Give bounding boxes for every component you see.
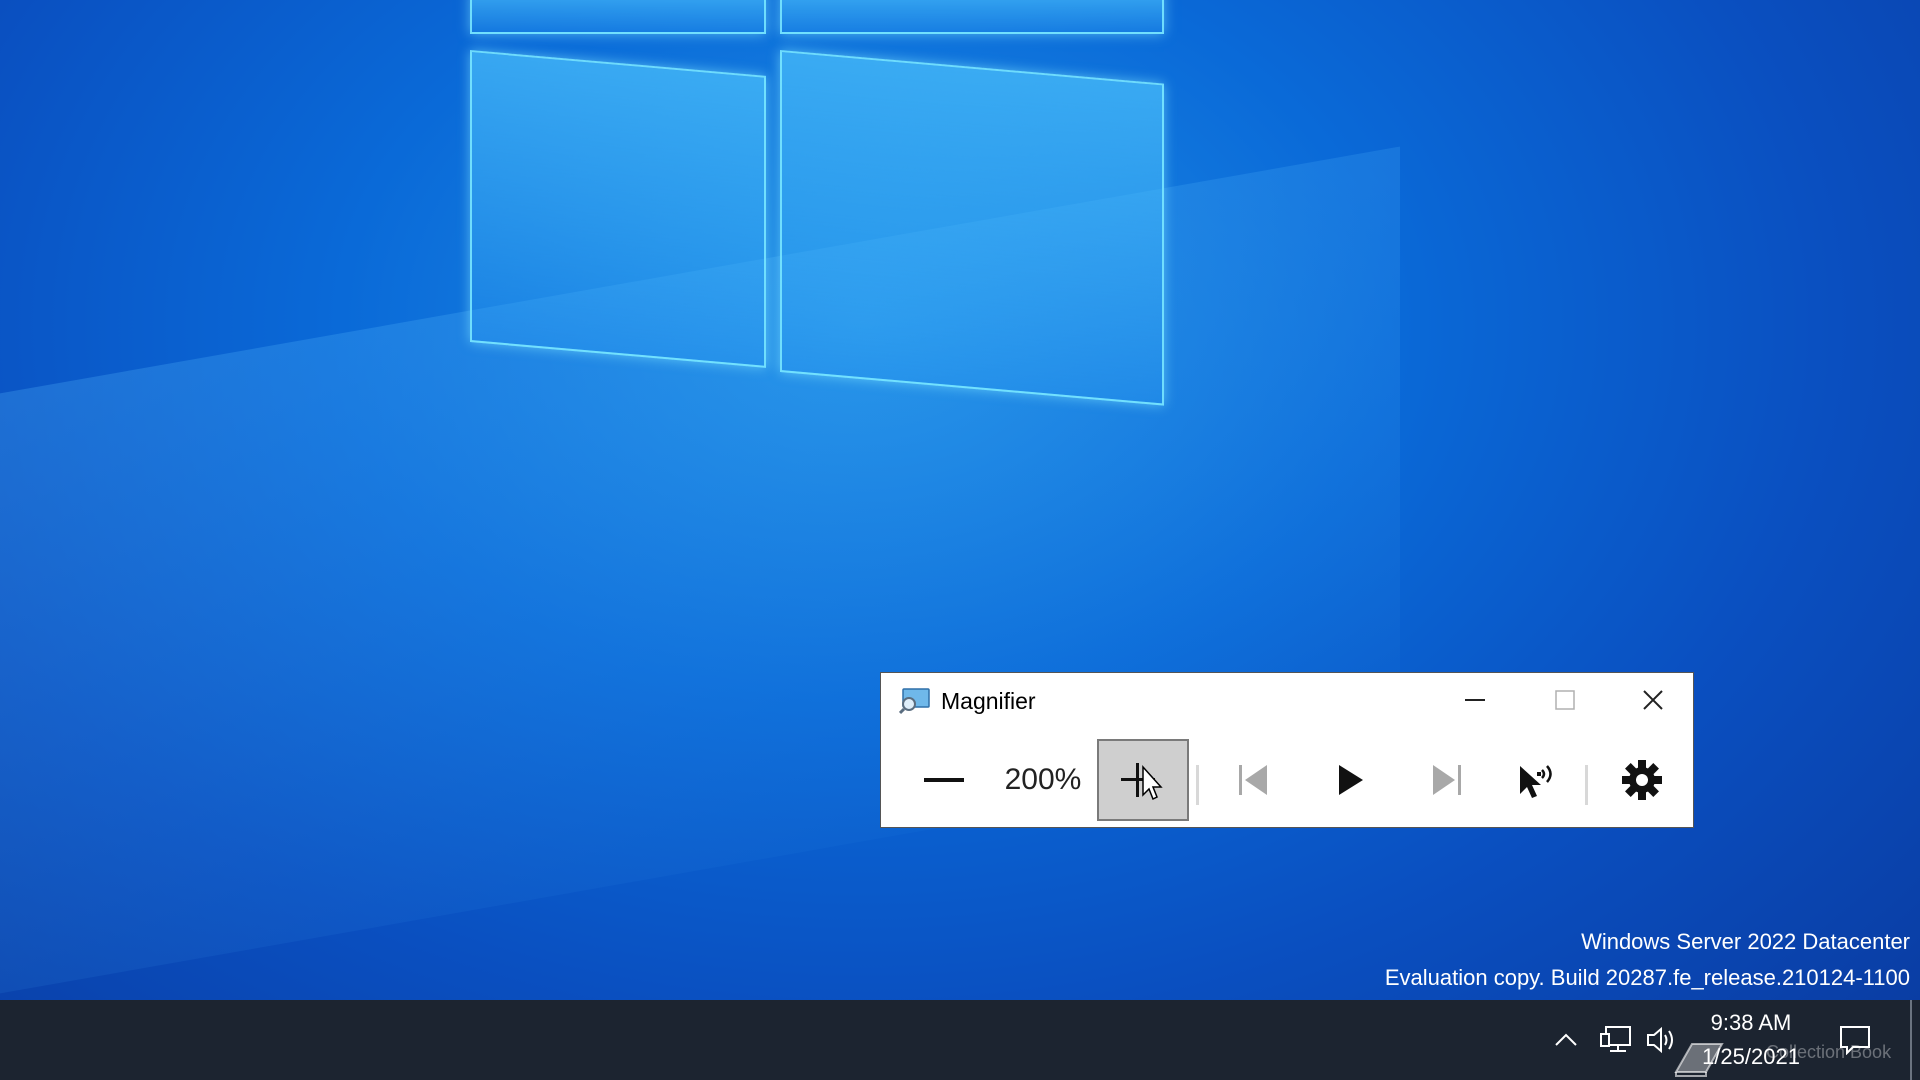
action-center-button[interactable] xyxy=(1830,1000,1880,1080)
magnifier-window: Magnifier 200% xyxy=(880,672,1694,828)
taskbar: 9:38 AM 1/25/2021 xyxy=(0,1000,1920,1080)
show-desktop-edge[interactable] xyxy=(1910,1000,1912,1080)
next-button[interactable] xyxy=(1405,739,1489,821)
minimize-button[interactable] xyxy=(1445,679,1505,721)
play-icon xyxy=(1339,765,1363,795)
close-button[interactable] xyxy=(1623,679,1683,721)
windows-logo-pane-top-left xyxy=(470,0,766,34)
previous-paragraph-icon xyxy=(1239,765,1267,795)
show-hidden-icons-button[interactable] xyxy=(1552,1000,1580,1080)
maximize-button[interactable] xyxy=(1535,679,1595,721)
minus-icon xyxy=(924,778,964,782)
read-from-here-icon xyxy=(1520,765,1552,798)
magnifier-titlebar[interactable]: Magnifier xyxy=(881,673,1693,729)
magnifier-app-icon xyxy=(899,688,930,715)
desktop-background xyxy=(0,0,1920,1000)
collection-book-overlay: Collection Book xyxy=(1766,1042,1892,1062)
toolbar-divider xyxy=(1196,765,1199,805)
close-icon xyxy=(1643,690,1663,710)
network-tray-button[interactable] xyxy=(1596,1000,1636,1080)
chevron-up-icon xyxy=(1555,1033,1577,1046)
minimize-icon xyxy=(1465,699,1485,701)
play-button[interactable] xyxy=(1309,739,1393,821)
collection-book-icon xyxy=(1674,1043,1724,1077)
os-watermark: Windows Server 2022 Datacenter Evaluatio… xyxy=(1385,924,1910,996)
settings-button[interactable] xyxy=(1597,739,1687,821)
magnifier-toolbar: 200% xyxy=(881,729,1693,827)
zoom-level-display: 200% xyxy=(1004,763,1082,796)
zoom-in-button[interactable] xyxy=(1097,739,1189,821)
plus-icon xyxy=(1121,763,1163,801)
gear-icon xyxy=(1622,760,1662,800)
read-from-here-button[interactable] xyxy=(1497,739,1581,821)
network-icon xyxy=(1600,1026,1631,1052)
zoom-out-button[interactable] xyxy=(901,739,987,821)
watermark-edition: Windows Server 2022 Datacenter xyxy=(1581,929,1910,954)
toolbar-divider xyxy=(1585,765,1588,805)
window-title: Magnifier xyxy=(941,687,1036,714)
watermark-build: Evaluation copy. Build 20287.fe_release.… xyxy=(1384,965,1910,990)
windows-logo-pane-top-right xyxy=(780,0,1164,34)
windows-logo-pane-bottom-left xyxy=(470,50,766,368)
maximize-icon xyxy=(1555,690,1575,710)
next-paragraph-icon xyxy=(1433,765,1461,795)
previous-button[interactable] xyxy=(1211,739,1295,821)
windows-logo-pane-bottom-right xyxy=(780,50,1164,406)
